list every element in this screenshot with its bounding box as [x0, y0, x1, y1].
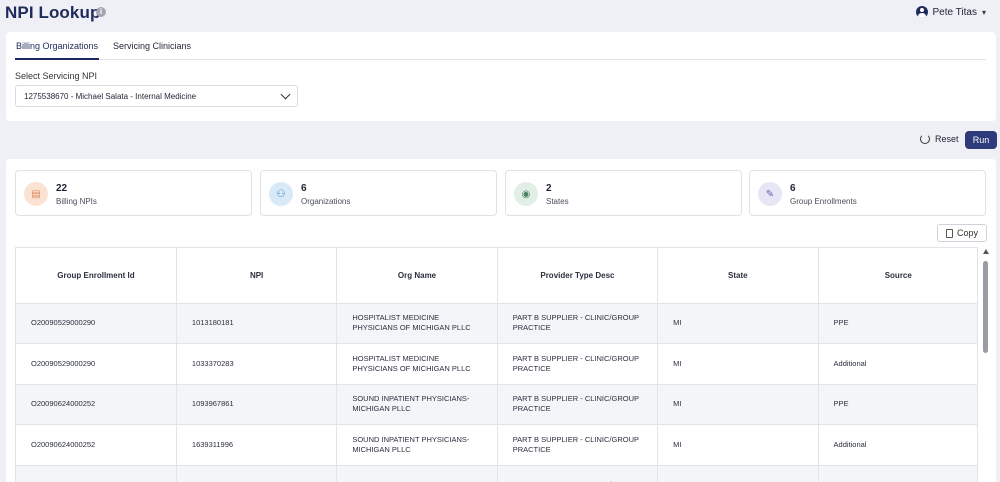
- select-value: 1275538670 - Michael Salata - Internal M…: [24, 92, 197, 101]
- tab-bar: Billing Organizations Servicing Clinicia…: [14, 32, 986, 60]
- stat-card: ⚇ 6 Organizations: [260, 170, 497, 216]
- servicing-npi-select[interactable]: 1275538670 - Michael Salata - Internal M…: [15, 85, 298, 107]
- user-name: Pete Titas: [932, 6, 977, 18]
- table-cell: PART B SUPPLIER - CLINIC/GROUP: [497, 465, 659, 482]
- table-cell: HOSPITALIST MEDICINE PHYSICIANS OF MICHI…: [336, 303, 498, 344]
- info-icon[interactable]: i: [96, 7, 106, 17]
- copy-icon: [945, 228, 953, 238]
- table-cell: O20090624000252: [16, 424, 177, 466]
- scroll-thumb[interactable]: [983, 261, 988, 353]
- table-cell: O20090529000290: [16, 343, 177, 385]
- copy-button[interactable]: Copy: [937, 224, 987, 242]
- column-header[interactable]: State: [657, 248, 819, 304]
- stat-value: 6: [301, 183, 307, 194]
- table-cell: SOUND INPATIENT PHYSICIANS-: [336, 465, 498, 482]
- table-cell: [818, 465, 977, 482]
- stat-label: States: [546, 197, 569, 206]
- stat-label: Billing NPIs: [56, 197, 97, 206]
- table-cell: 1013180181: [176, 303, 338, 344]
- stat-card: ▤ 22 Billing NPIs: [15, 170, 252, 216]
- column-header[interactable]: Group Enrollment Id: [16, 248, 177, 304]
- table-row[interactable]: O20090529000290 1013180181 HOSPITALIST MED…: [16, 303, 977, 344]
- table-cell: O20090529000290: [16, 303, 177, 344]
- chevron-down-icon: [280, 89, 291, 100]
- table-cell: MI: [657, 303, 819, 344]
- stat-card: ✎ 6 Group Enrollments: [749, 170, 986, 216]
- stat-value: 22: [56, 183, 68, 194]
- document-icon: ▤: [24, 182, 48, 206]
- table-row[interactable]: O20090624000252 1639311996 SOUND INPATIENT…: [16, 424, 977, 466]
- user-avatar-icon: [915, 6, 928, 18]
- table-cell: [176, 465, 338, 482]
- table-cell: Additional: [818, 424, 977, 466]
- table-cell: SOUND INPATIENT PHYSICIANS-MICHIGAN PLLC: [336, 424, 498, 466]
- column-header[interactable]: Provider Type Desc: [497, 248, 659, 304]
- table-cell: [657, 465, 819, 482]
- stat-card: ◉ 2 States: [505, 170, 742, 216]
- enrollment-icon: ✎: [758, 182, 782, 206]
- table-cell: [16, 465, 177, 482]
- table-cell: MI: [657, 424, 819, 466]
- select-npi-label: Select Servicing NPI: [15, 71, 98, 81]
- column-header[interactable]: Source: [818, 248, 977, 304]
- top-bar: NPI Lookup i Pete Titas ▾: [0, 0, 1000, 26]
- table-cell: PART B SUPPLIER - CLINIC/GROUP PRACTICE: [497, 384, 659, 425]
- filter-card: Billing Organizations Servicing Clinicia…: [6, 32, 996, 121]
- table-row[interactable]: O20090624000252 1093967861 SOUND INPATIENT…: [16, 384, 977, 425]
- table-cell: PART B SUPPLIER - CLINIC/GROUP PRACTICE: [497, 303, 659, 344]
- page-title: NPI Lookup: [5, 3, 101, 22]
- table-cell: 1093967861: [176, 384, 338, 425]
- stat-value: 6: [790, 183, 796, 194]
- results-card: ▤ 22 Billing NPIs ⚇ 6 Organizations ◉ 2 States ✎ 6…: [6, 159, 996, 482]
- table-header-row: Group Enrollment Id NPI Org Name Provider T…: [16, 248, 977, 304]
- table-cell: PART B SUPPLIER - CLINIC/GROUP PRACTICE: [497, 424, 659, 466]
- table-row[interactable]: SOUND INPATIENT PHYSICIANS-PART B SUPPLI…: [16, 465, 977, 482]
- reset-label: Reset: [935, 134, 959, 144]
- table-cell: 1639311996: [176, 424, 338, 466]
- table-cell: HOSPITALIST MEDICINE PHYSICIANS OF MICHI…: [336, 343, 498, 385]
- user-menu[interactable]: Pete Titas ▾: [915, 6, 986, 18]
- stat-value: 2: [546, 183, 552, 194]
- scroll-up-icon[interactable]: [983, 249, 989, 254]
- stat-label: Group Enrollments: [790, 197, 857, 206]
- table-cell: PPE: [818, 384, 977, 425]
- reset-button[interactable]: Reset: [920, 134, 959, 144]
- table-cell: SOUND INPATIENT PHYSICIANS-MICHIGAN PLLC: [336, 384, 498, 425]
- tab-servicing-clinicians[interactable]: Servicing Clinicians: [113, 41, 191, 51]
- results-table: Group Enrollment Id NPI Org Name Provider T…: [15, 247, 978, 482]
- table-row[interactable]: O20090529000290 1033370283 HOSPITALIST MED…: [16, 343, 977, 385]
- copy-label: Copy: [956, 228, 978, 238]
- table-cell: O20090624000252: [16, 384, 177, 425]
- table-cell: 1033370283: [176, 343, 338, 385]
- location-icon: ◉: [514, 182, 538, 206]
- column-header[interactable]: NPI: [176, 248, 338, 304]
- table-cell: PPE: [818, 303, 977, 344]
- table-cell: Additional: [818, 343, 977, 385]
- table-scrollbar[interactable]: [981, 247, 991, 482]
- column-header[interactable]: Org Name: [336, 248, 498, 304]
- table-cell: MI: [657, 384, 819, 425]
- tab-billing-organizations[interactable]: Billing Organizations: [14, 41, 100, 60]
- stat-label: Organizations: [301, 197, 351, 206]
- chevron-down-icon: ▾: [981, 7, 986, 17]
- table-cell: PART B SUPPLIER - CLINIC/GROUP PRACTICE: [497, 343, 659, 385]
- table-cell: MI: [657, 343, 819, 385]
- org-icon: ⚇: [269, 182, 293, 206]
- refresh-icon: [920, 134, 930, 144]
- run-button[interactable]: Run: [965, 131, 997, 149]
